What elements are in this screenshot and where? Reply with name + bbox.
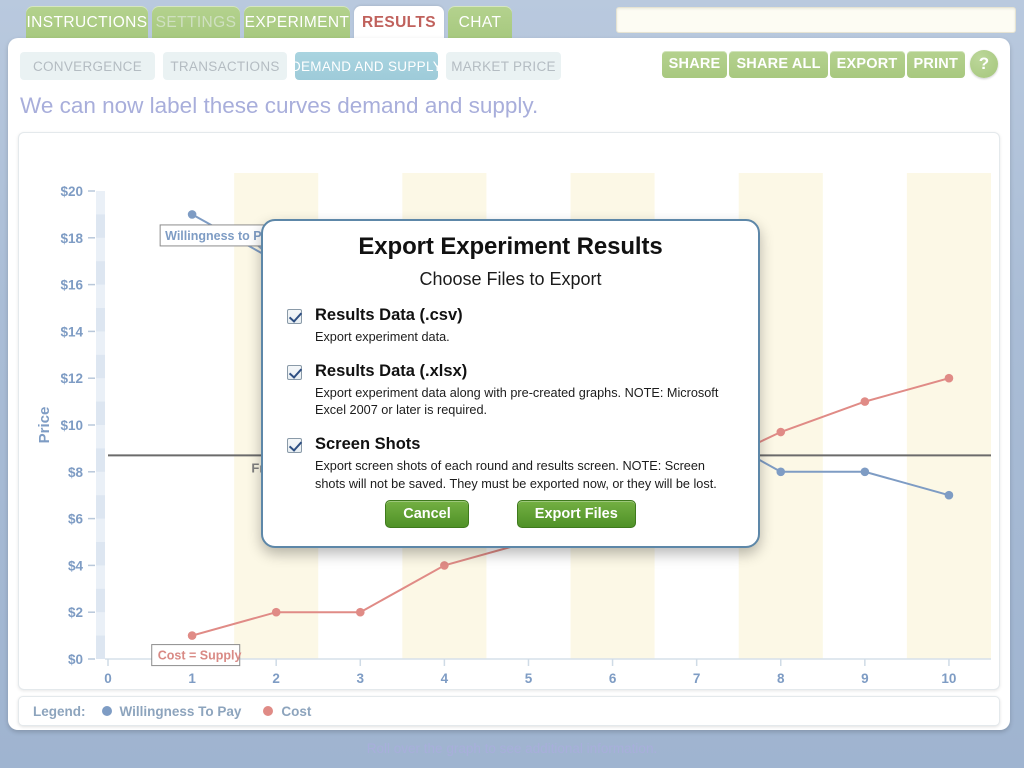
dialog-subtitle: Choose Files to Export (419, 269, 602, 289)
tab-results-label: RESULTS (362, 14, 436, 31)
cancel-button[interactable]: Cancel (385, 500, 469, 528)
legend-item-willingness-to-pay[interactable]: Willingness To Pay (101, 703, 242, 719)
print-button-label: PRINT (913, 56, 958, 72)
export-button-label: EXPORT (836, 56, 898, 72)
option-desc-xlsx: Export experiment data along with pre-cr… (315, 386, 719, 418)
checkbox-results-xlsx[interactable] (287, 365, 302, 381)
tab-experiment[interactable]: EXPERIMENT (244, 6, 350, 40)
tab-settings[interactable]: SETTINGS (152, 6, 240, 40)
option-desc-screenshots: Export screen shots of each round and re… (315, 459, 717, 491)
checkbox-screen-shots[interactable] (287, 438, 302, 454)
subtab-market-price[interactable]: MARKET PRICE (446, 52, 561, 80)
option-desc-csv: Export experiment data. (315, 330, 450, 344)
chart-legend: Legend: Willingness To Pay Cost (18, 696, 1000, 726)
svg-text:10: 10 (941, 671, 956, 686)
tab-experiment-label: EXPERIMENT (244, 14, 350, 31)
svg-text:7: 7 (693, 671, 701, 686)
svg-text:$4: $4 (68, 558, 84, 573)
tab-results[interactable]: RESULTS (354, 6, 444, 40)
share-button[interactable]: SHARE (661, 50, 728, 78)
svg-text:$8: $8 (68, 465, 84, 480)
svg-text:$2: $2 (68, 605, 83, 620)
svg-text:6: 6 (609, 671, 617, 686)
share-all-button-label: SHARE ALL (736, 56, 821, 72)
legend-dot-icon (263, 706, 274, 716)
svg-text:$20: $20 (60, 184, 83, 199)
results-toolbar: SHARE SHARE ALL EXPORT PRINT ? (661, 50, 998, 78)
legend-item-label: Cost (281, 703, 312, 719)
export-files-button[interactable]: Export Files (516, 500, 636, 528)
svg-text:$12: $12 (60, 371, 83, 386)
svg-text:2: 2 (272, 671, 280, 686)
tab-instructions[interactable]: INSTRUCTIONS (26, 6, 148, 40)
svg-text:$14: $14 (60, 324, 83, 339)
export-files-button-label: Export Files (534, 506, 618, 522)
svg-text:5: 5 (525, 671, 533, 686)
option-row-csv[interactable]: Results Data (.csv) (287, 306, 758, 325)
svg-text:8: 8 (777, 671, 785, 686)
cancel-button-label: Cancel (403, 506, 451, 522)
svg-text:$10: $10 (60, 418, 83, 433)
option-label-xlsx: Results Data (.xlsx) (315, 362, 468, 381)
legend-dot-icon (101, 706, 112, 716)
tab-instructions-label: INSTRUCTIONS (26, 14, 148, 31)
legend-item-label: Willingness To Pay (119, 703, 242, 719)
svg-text:Price: Price (36, 407, 53, 444)
svg-text:1: 1 (188, 671, 196, 686)
option-label-screenshots: Screen Shots (315, 435, 421, 454)
subtab-convergence-label: CONVERGENCE (32, 58, 143, 74)
subtab-transactions[interactable]: TRANSACTIONS (163, 52, 287, 80)
option-label-csv: Results Data (.csv) (315, 306, 463, 324)
tab-settings-label: SETTINGS (155, 14, 237, 31)
option-row-screenshots[interactable]: Screen Shots (287, 435, 758, 454)
top-text-input[interactable] (616, 7, 1016, 33)
legend-item-cost[interactable]: Cost (263, 704, 311, 719)
legend-title: Legend: (33, 703, 86, 719)
svg-text:$6: $6 (68, 512, 84, 527)
checkbox-results-csv[interactable] (287, 309, 302, 324)
status-text: Roll over the graph to see additional in… (366, 740, 658, 756)
svg-text:$0: $0 (68, 652, 83, 667)
svg-text:4: 4 (441, 671, 449, 686)
svg-text:0: 0 (104, 671, 112, 686)
svg-text:$18: $18 (60, 231, 83, 246)
tab-chat[interactable]: CHAT (448, 6, 512, 40)
option-row-xlsx[interactable]: Results Data (.xlsx) (287, 362, 758, 381)
share-all-button[interactable]: SHARE ALL (729, 50, 828, 78)
subtab-market-price-label: MARKET PRICE (451, 58, 556, 74)
subtab-demand-and-supply-label: DEMAND AND SUPPLY (290, 58, 443, 74)
status-bar: Roll over the graph to see additional in… (0, 736, 1024, 760)
tab-chat-label: CHAT (458, 14, 502, 31)
export-dialog: Export Experiment Results Choose Files t… (261, 219, 760, 548)
print-button[interactable]: PRINT (906, 50, 965, 78)
svg-text:$16: $16 (60, 278, 83, 293)
subtab-demand-and-supply[interactable]: DEMAND AND SUPPLY (291, 52, 442, 80)
help-icon[interactable]: ? (970, 50, 998, 78)
subtab-transactions-label: TRANSACTIONS (170, 58, 280, 74)
dialog-title: Export Experiment Results (358, 233, 663, 260)
svg-text:3: 3 (357, 671, 365, 686)
svg-text:Cost = Supply: Cost = Supply (158, 649, 242, 663)
svg-text:9: 9 (861, 671, 869, 686)
share-button-label: SHARE (668, 56, 721, 72)
export-button[interactable]: EXPORT (829, 50, 905, 78)
subtab-convergence[interactable]: CONVERGENCE (20, 52, 155, 80)
dialog-buttons: Cancel Export Files (263, 500, 758, 528)
page-title: We can now label these curves demand and… (20, 93, 539, 118)
help-button-label: ? (978, 54, 990, 73)
main-tab-bar: INSTRUCTIONS SETTINGS EXPERIMENT RESULTS… (0, 0, 1024, 40)
